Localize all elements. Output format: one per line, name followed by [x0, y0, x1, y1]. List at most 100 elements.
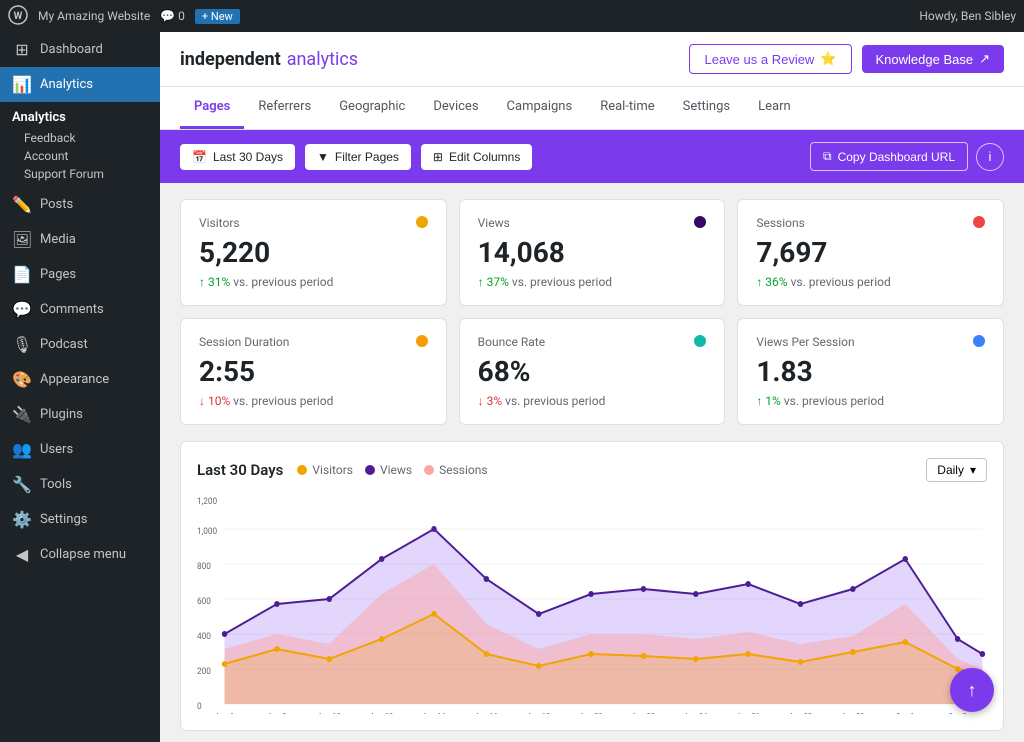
- svg-text:Aug 28: Aug 28: [789, 712, 812, 714]
- podcast-label: Podcast: [40, 337, 88, 352]
- legend-label: Visitors: [312, 463, 353, 477]
- sidebar-item-comments[interactable]: 💬 Comments: [0, 292, 160, 327]
- svg-text:Aug 14: Aug 14: [423, 712, 447, 714]
- period-selector[interactable]: Daily ▾: [926, 458, 987, 482]
- sidebar-item-appearance[interactable]: 🎨 Appearance: [0, 362, 160, 397]
- stat-vs: vs. previous period: [784, 394, 884, 408]
- sidebar-item-analytics[interactable]: 📊 Analytics: [0, 67, 160, 102]
- svg-text:1,000: 1,000: [197, 527, 217, 537]
- admin-bar-right: Howdy, Ben Sibley: [919, 9, 1016, 23]
- sidebar-item-pages[interactable]: 📄 Pages: [0, 257, 160, 292]
- knowledge-base-button[interactable]: Knowledge Base ↗: [862, 45, 1004, 73]
- date-range-button[interactable]: 📅 Last 30 Days: [180, 144, 295, 170]
- info-button[interactable]: i: [976, 143, 1004, 171]
- posts-label: Posts: [40, 197, 73, 212]
- plugin-logo: independent analytics: [180, 49, 358, 70]
- svg-text:Aug 8: Aug 8: [267, 712, 286, 714]
- appearance-label: Appearance: [40, 372, 109, 387]
- plugin-header-right: Leave us a Review ⭐ Knowledge Base ↗: [689, 44, 1004, 74]
- stat-card-bounce-rate: Bounce Rate 68% ↓ 3% vs. previous period: [459, 318, 726, 425]
- stat-label: Session Duration: [199, 335, 428, 349]
- sidebar-item-media[interactable]: 🖼 Media: [0, 222, 160, 257]
- stat-vs: vs. previous period: [233, 275, 333, 289]
- svg-text:Aug 6: Aug 6: [215, 712, 234, 714]
- svg-text:Aug 10: Aug 10: [318, 712, 341, 714]
- kb-label: Knowledge Base: [876, 52, 974, 67]
- tabs-bar: PagesReferrersGeographicDevicesCampaigns…: [160, 87, 1024, 130]
- info-icon: i: [989, 149, 992, 164]
- tab-learn[interactable]: Learn: [744, 87, 805, 129]
- stat-change: ↑ 1% vs. previous period: [756, 394, 985, 408]
- sidebar-item-podcast[interactable]: 🎙 Podcast: [0, 327, 160, 362]
- svg-text:600: 600: [197, 597, 211, 607]
- analytics-icon: 📊: [12, 75, 32, 94]
- pages-label: Pages: [40, 267, 76, 282]
- svg-text:1,200: 1,200: [197, 497, 217, 507]
- svg-text:200: 200: [197, 667, 211, 677]
- comment-icon[interactable]: 💬 0: [160, 9, 185, 23]
- sidebar-sub-account[interactable]: Account: [0, 147, 160, 165]
- tab-realtime[interactable]: Real-time: [586, 87, 668, 129]
- dashboard-label: Dashboard: [40, 42, 103, 57]
- sidebar-item-settings[interactable]: ⚙️ Settings: [0, 502, 160, 537]
- copy-url-button[interactable]: ⧉ Copy Dashboard URL: [810, 142, 968, 171]
- chart-section: Last 30 Days Visitors Views Sessions Dai…: [180, 441, 1004, 731]
- stat-card-session-duration: Session Duration 2:55 ↓ 10% vs. previous…: [180, 318, 447, 425]
- sidebar-item-plugins[interactable]: 🔌 Plugins: [0, 397, 160, 432]
- copy-url-label: Copy Dashboard URL: [838, 150, 955, 164]
- filter-pages-button[interactable]: ▼ Filter Pages: [305, 144, 411, 170]
- svg-text:W: W: [14, 11, 23, 22]
- stat-vs: vs. previous period: [512, 275, 612, 289]
- sidebar-item-posts[interactable]: ✏️ Posts: [0, 187, 160, 222]
- filter-icon: ▼: [317, 150, 329, 164]
- svg-text:400: 400: [197, 632, 211, 642]
- new-button[interactable]: + New: [195, 9, 240, 24]
- analytics-toolbar: 📅 Last 30 Days ▼ Filter Pages ⊞ Edit Col…: [160, 130, 1024, 183]
- stat-label: Sessions: [756, 216, 985, 230]
- edit-columns-button[interactable]: ⊞ Edit Columns: [421, 144, 532, 170]
- sidebar-sub-feedback[interactable]: Feedback: [0, 129, 160, 147]
- tab-devices[interactable]: Devices: [419, 87, 492, 129]
- stat-card-views: Views 14,068 ↑ 37% vs. previous period: [459, 199, 726, 306]
- sidebar-item-dashboard[interactable]: ⊞ Dashboard: [0, 32, 160, 67]
- svg-text:Aug 26: Aug 26: [737, 712, 760, 714]
- scroll-up-button[interactable]: ↑: [950, 668, 994, 712]
- site-name[interactable]: My Amazing Website: [38, 9, 150, 23]
- users-icon: 👥: [12, 440, 32, 459]
- collapse-icon: ◀: [12, 545, 32, 564]
- tab-pages[interactable]: Pages: [180, 87, 244, 129]
- stat-dot: [973, 216, 985, 228]
- columns-icon: ⊞: [433, 150, 443, 164]
- sidebar-item-users[interactable]: 👥 Users: [0, 432, 160, 467]
- sidebar-item-tools[interactable]: 🔧 Tools: [0, 467, 160, 502]
- media-label: Media: [40, 232, 76, 247]
- sidebar-collapse-menu[interactable]: ◀ Collapse menu: [0, 537, 160, 572]
- stat-value: 14,068: [478, 236, 707, 269]
- stat-value: 68%: [478, 355, 707, 388]
- stat-change: ↓ 10% vs. previous period: [199, 394, 428, 408]
- review-button[interactable]: Leave us a Review ⭐: [689, 44, 851, 74]
- tab-campaigns[interactable]: Campaigns: [493, 87, 587, 129]
- tab-geographic[interactable]: Geographic: [325, 87, 419, 129]
- wp-icon[interactable]: W: [8, 5, 28, 28]
- tab-settings[interactable]: Settings: [669, 87, 744, 129]
- stat-label: Visitors: [199, 216, 428, 230]
- external-link-icon: ↗: [979, 51, 990, 67]
- stat-change: ↑ 37% vs. previous period: [478, 275, 707, 289]
- stat-card-visitors: Visitors 5,220 ↑ 31% vs. previous period: [180, 199, 447, 306]
- tab-referrers[interactable]: Referrers: [244, 87, 325, 129]
- legend-item-sessions: Sessions: [424, 463, 487, 477]
- stat-card-views-per-session: Views Per Session 1.83 ↑ 1% vs. previous…: [737, 318, 1004, 425]
- user-greeting: Howdy, Ben Sibley: [919, 9, 1016, 23]
- legend-item-views: Views: [365, 463, 412, 477]
- svg-text:Aug 30: Aug 30: [841, 712, 864, 714]
- sidebar-sub-support[interactable]: Support Forum: [0, 165, 160, 183]
- collapse-label: Collapse menu: [40, 547, 126, 562]
- settings-icon: ⚙️: [12, 510, 32, 529]
- analytics-section-label: Analytics: [0, 106, 160, 129]
- toolbar-left: 📅 Last 30 Days ▼ Filter Pages ⊞ Edit Col…: [180, 144, 532, 170]
- stat-dot: [416, 216, 428, 228]
- chart-title: Last 30 Days: [197, 461, 283, 479]
- admin-bar: W My Amazing Website 💬 0 + New Howdy, Be…: [0, 0, 1024, 32]
- toolbar-right: ⧉ Copy Dashboard URL i: [810, 142, 1004, 171]
